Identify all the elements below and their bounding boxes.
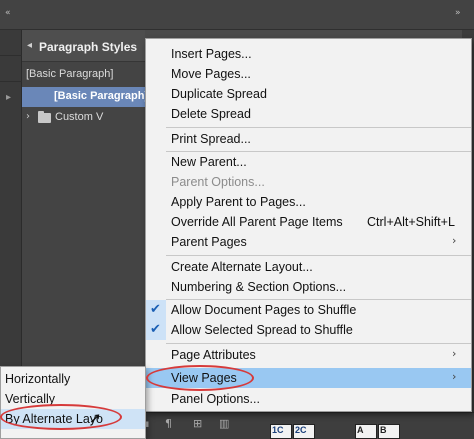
menu-item-page-attributes[interactable]: Page Attributes ›: [146, 345, 471, 365]
page-thumbnail[interactable]: A: [355, 424, 377, 439]
menu-item-label: Allow Document Pages to Shuffle: [171, 303, 357, 317]
menu-item-label: Allow Selected Spread to Shuffle: [171, 323, 353, 337]
menu-item-label: View Pages: [171, 371, 237, 385]
menu-item-label: New Parent...: [171, 155, 247, 169]
delete-icon[interactable]: ▥: [219, 417, 229, 430]
menu-separator: [166, 343, 471, 344]
menu-item-label: Move Pages...: [171, 67, 251, 81]
menu-item-shortcut: Ctrl+Alt+Shift+L: [367, 215, 455, 229]
page-thumbnail[interactable]: 2C: [293, 424, 315, 439]
style-group-label: Custom V: [55, 111, 104, 123]
submenu-item-label: Vertically: [5, 392, 56, 406]
panel-title: Paragraph Styles: [39, 40, 138, 54]
menu-item-label: Duplicate Spread: [171, 87, 267, 101]
expand-triangle-icon[interactable]: ▸: [6, 92, 11, 103]
new-page-icon[interactable]: ⊞: [193, 417, 202, 430]
current-style-label: [Basic Paragraph]: [26, 68, 114, 80]
menu-item-new-parent[interactable]: New Parent...: [146, 152, 471, 172]
folder-icon: [38, 111, 51, 123]
collapse-right-icon[interactable]: »: [455, 8, 461, 18]
menu-item-parent-options: Parent Options...: [146, 172, 471, 192]
menu-item-parent-pages[interactable]: Parent Pages ›: [146, 232, 471, 252]
menu-item-panel-options[interactable]: Panel Options...: [146, 389, 471, 409]
menu-item-label: Panel Options...: [171, 392, 260, 406]
menu-item-insert-pages[interactable]: Insert Pages...: [146, 44, 471, 64]
chevron-right-icon[interactable]: ›: [26, 111, 30, 122]
mouse-pointer-icon: ➚: [89, 409, 102, 427]
menu-item-label: Override All Parent Page Items: [171, 215, 343, 229]
menu-separator: [166, 127, 471, 128]
panel-header: ◂ Paragraph Styles: [22, 30, 145, 62]
page-label: 1C: [272, 425, 284, 435]
page-label: B: [380, 425, 387, 435]
checkmark-icon: ✔: [150, 302, 161, 317]
menu-item-label: Page Attributes: [171, 348, 256, 362]
menu-item-label: Print Spread...: [171, 132, 251, 146]
style-row-label: [Basic Paragraph]: [54, 90, 149, 102]
checkmark-icon: ✔: [150, 322, 161, 337]
chevron-double-left-icon[interactable]: ◂: [27, 40, 32, 51]
style-row-basic-paragraph[interactable]: [Basic Paragraph]: [22, 87, 149, 107]
pages-panel-context-menu: Insert Pages... Move Pages... Duplicate …: [145, 38, 472, 412]
menu-item-label: Parent Options...: [171, 175, 265, 189]
menu-item-label: Apply Parent to Pages...: [171, 195, 306, 209]
page-thumbnail[interactable]: B: [378, 424, 400, 439]
style-group-custom-v[interactable]: › Custom V: [22, 108, 145, 128]
menu-item-label: Numbering & Section Options...: [171, 280, 347, 294]
submenu-item-vertically[interactable]: Vertically: [1, 389, 145, 409]
menu-item-apply-parent-to-pages[interactable]: Apply Parent to Pages...: [146, 192, 471, 212]
menu-item-label: Insert Pages...: [171, 47, 252, 61]
dock-tab[interactable]: [0, 56, 22, 82]
chevron-right-icon: ›: [452, 370, 457, 383]
menu-item-print-spread[interactable]: Print Spread...: [146, 129, 471, 149]
menu-item-view-pages[interactable]: View Pages ›: [146, 368, 471, 388]
chevron-right-icon: ›: [452, 234, 457, 247]
menu-item-label: Parent Pages: [171, 235, 247, 249]
page-thumbnail[interactable]: 1C: [270, 424, 292, 439]
submenu-item-horizontally[interactable]: Horizontally: [1, 369, 145, 389]
menu-item-allow-document-pages-to-shuffle[interactable]: ✔ Allow Document Pages to Shuffle: [146, 300, 471, 320]
menu-separator: [166, 255, 471, 256]
menu-item-numbering-section-options[interactable]: Numbering & Section Options...: [146, 277, 471, 297]
dock-tab[interactable]: [0, 30, 22, 56]
menu-item-override-all-parent-page-items[interactable]: Override All Parent Page Items Ctrl+Alt+…: [146, 212, 471, 232]
menu-item-duplicate-spread[interactable]: Duplicate Spread: [146, 84, 471, 104]
menu-item-allow-selected-spread-to-shuffle[interactable]: ✔ Allow Selected Spread to Shuffle: [146, 320, 471, 340]
chevron-right-icon: ›: [452, 347, 457, 360]
menu-item-create-alternate-layout[interactable]: Create Alternate Layout...: [146, 257, 471, 277]
menu-item-move-pages[interactable]: Move Pages...: [146, 64, 471, 84]
submenu-item-by-alternate-layout[interactable]: By Alternate Layo: [1, 409, 145, 429]
panel-dock-top-bar: « »: [0, 0, 474, 30]
paragraph-icon[interactable]: ¶: [165, 417, 172, 430]
view-pages-submenu: Horizontally Vertically By Alternate Lay…: [0, 366, 146, 439]
menu-item-label: Delete Spread: [171, 107, 251, 121]
menu-item-label: Create Alternate Layout...: [171, 260, 313, 274]
collapse-left-icon[interactable]: «: [5, 8, 11, 18]
page-label: 2C: [295, 425, 307, 435]
submenu-item-label: Horizontally: [5, 372, 71, 386]
menu-item-delete-spread[interactable]: Delete Spread: [146, 104, 471, 124]
page-label: A: [357, 425, 364, 435]
